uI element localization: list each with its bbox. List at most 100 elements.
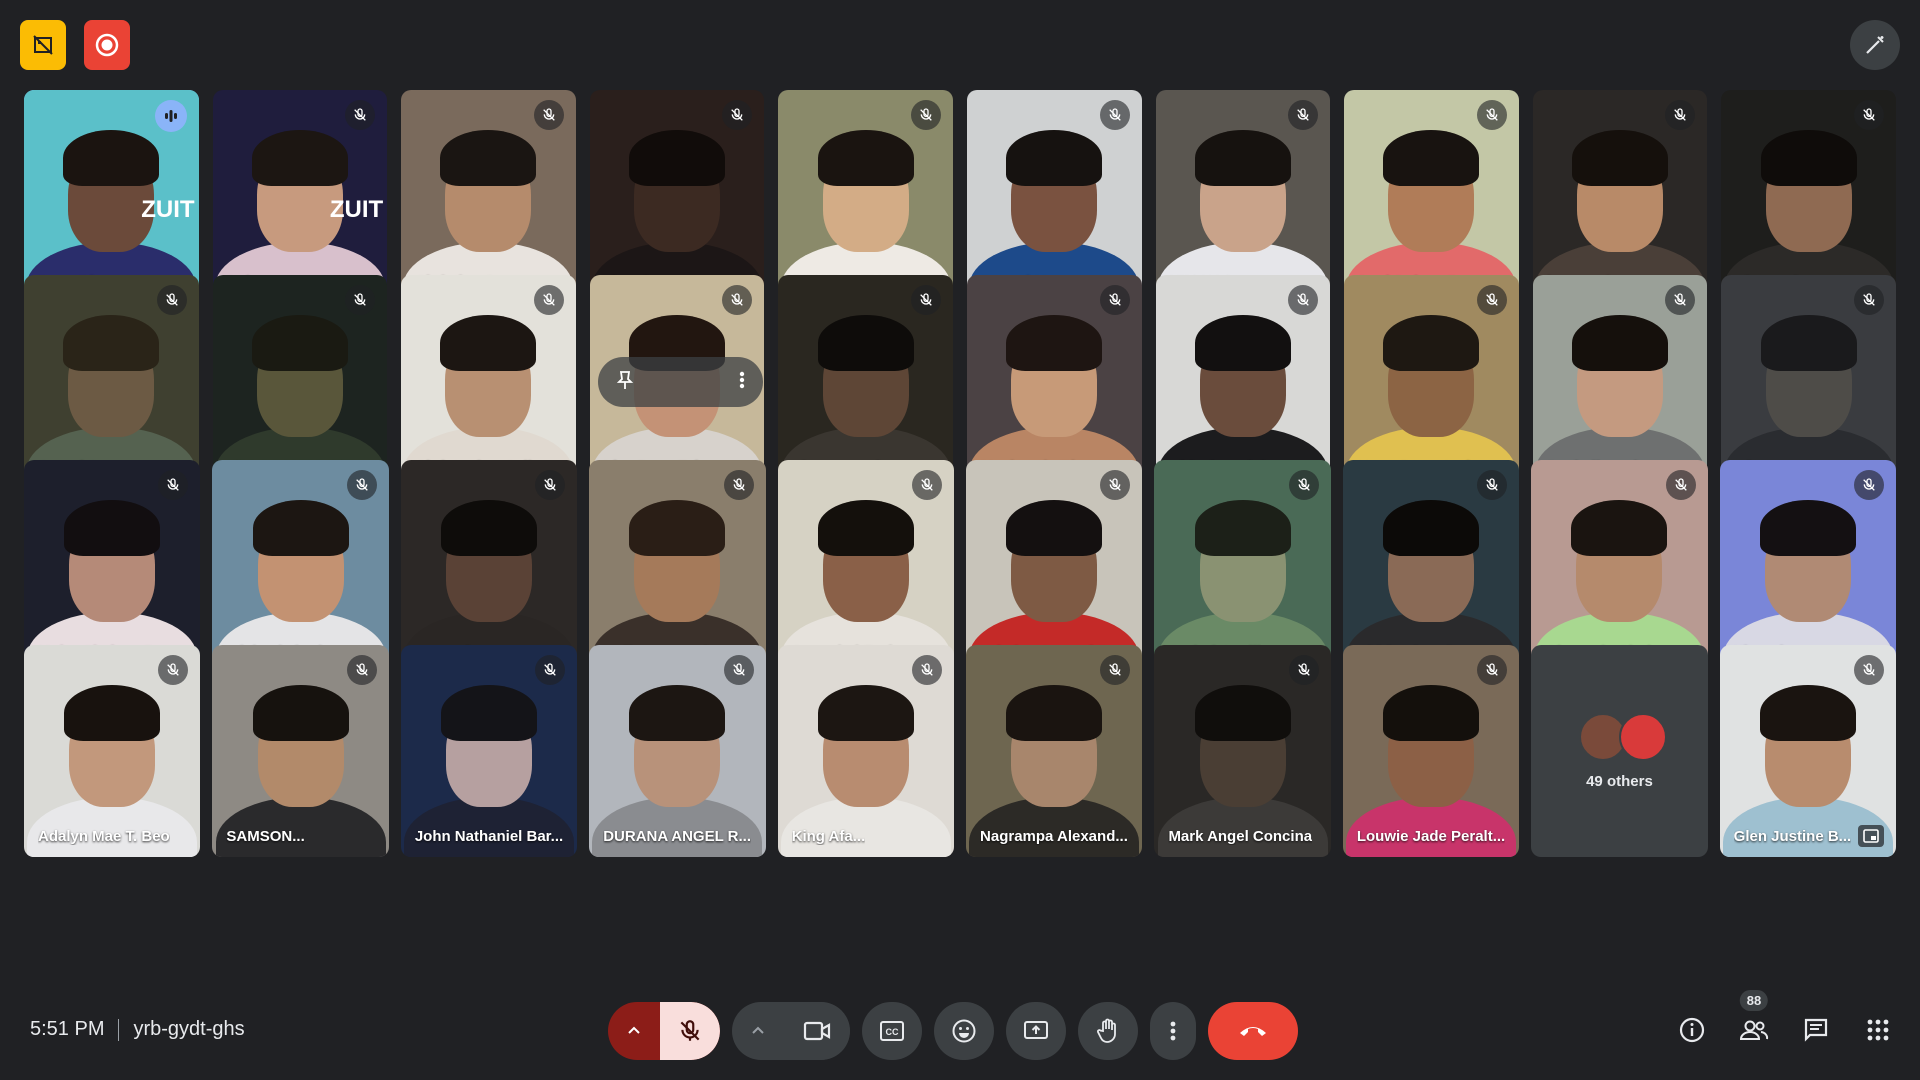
- mic-options-button[interactable]: [608, 1002, 660, 1060]
- hair: [817, 314, 914, 371]
- participant-tile[interactable]: King Afa...: [777, 645, 955, 857]
- reactions-button[interactable]: [934, 1002, 994, 1060]
- muted-mic-icon: [345, 285, 376, 315]
- present-button[interactable]: [1006, 1002, 1066, 1060]
- leave-call-button[interactable]: [1208, 1002, 1298, 1060]
- participant-tile[interactable]: Giancarlo Sinday: [1531, 460, 1708, 672]
- participant-tile[interactable]: RAMIRO, THADD...: [778, 90, 953, 302]
- participant-tile[interactable]: Christopher Call...: [401, 275, 576, 487]
- mic-toggle-button[interactable]: [660, 1002, 720, 1060]
- chevron-up-icon: [752, 1026, 764, 1034]
- participant-tile[interactable]: jane cayla mang...: [1532, 90, 1708, 302]
- hair: [64, 499, 161, 556]
- hair: [817, 499, 914, 556]
- chat-button[interactable]: [1798, 1012, 1834, 1048]
- recording-icon[interactable]: [84, 20, 130, 70]
- muted-mic-icon: [1854, 470, 1885, 500]
- participant-tile[interactable]: VILLACAMPA, FR...: [212, 275, 388, 487]
- hair: [1194, 129, 1291, 186]
- participant-tile[interactable]: Uson Roan Andre...: [1344, 275, 1519, 487]
- hand-icon: [1097, 1018, 1116, 1043]
- participant-tile[interactable]: Christian James ...: [401, 90, 576, 302]
- participant-tile[interactable]: michael abuda: [212, 460, 389, 672]
- participant-tile[interactable]: Kenneth Roxas: [400, 460, 578, 672]
- participant-tile[interactable]: Arvey jed Enriquez: [777, 460, 955, 672]
- edit-layout-button[interactable]: [1850, 20, 1900, 70]
- hair: [1383, 499, 1480, 556]
- participant-tile[interactable]: Mackenzie Riguer: [966, 275, 1142, 487]
- hair: [1572, 314, 1669, 371]
- participant-row: Adalyn Mae T. Beo SAMSON... John Nathaniel…: [24, 645, 1897, 857]
- participant-tile[interactable]: Louwie Jade Peralt...: [1342, 645, 1520, 857]
- participant-tile[interactable]: Phoemela Jane T...: [1721, 90, 1896, 302]
- participant-tile[interactable]: ZUITDana Diaz: [24, 90, 199, 302]
- meeting-time: 5:51 PM: [30, 1018, 105, 1040]
- participant-tile[interactable]: Andrei Capili: [1154, 460, 1331, 672]
- participant-tile[interactable]: Meliza Rose Alvarez: [589, 460, 766, 672]
- participant-tile[interactable]: DURANA ANGEL R...: [589, 645, 766, 857]
- participant-tile[interactable]: Adalyn Mae T. Beo: [24, 645, 201, 857]
- captions-button[interactable]: CC: [862, 1002, 922, 1060]
- participant-tile[interactable]: Glen Justine B...: [1719, 645, 1897, 857]
- participant-row: Jerard SerranoVILLACAMPA, FR...Christoph…: [24, 275, 1896, 487]
- participant-tile[interactable]: Xhannia ...: [1719, 460, 1897, 672]
- camera-options-button[interactable]: [732, 1002, 784, 1060]
- others-tile[interactable]: 49 others: [1531, 645, 1708, 857]
- participant-tile[interactable]: Mark Angel Concina: [1154, 645, 1331, 857]
- apps-grid-icon: [1867, 1019, 1889, 1041]
- participant-tile[interactable]: Rachelle Quinto: [1532, 275, 1708, 487]
- participant-tile[interactable]: Moira Chelsey Bur...: [24, 460, 201, 672]
- participant-tile[interactable]: John Nathaniel Bar...: [400, 645, 578, 857]
- hair: [251, 129, 348, 186]
- more-options-button[interactable]: [1150, 1002, 1196, 1060]
- participant-tile[interactable]: Liza Rose Tabanao: [589, 275, 765, 487]
- meeting-code: yrb-gydt-ghs: [133, 1018, 245, 1040]
- participant-tile[interactable]: Vince Ignacio: [778, 275, 953, 487]
- raise-hand-button[interactable]: [1078, 1002, 1138, 1060]
- participant-tile[interactable]: Glenn Descuatan: [1721, 275, 1896, 487]
- participant-tile[interactable]: Kristian Samuel To...: [966, 460, 1143, 672]
- hair: [817, 129, 914, 186]
- participant-tile[interactable]: KIM NAS: [1155, 90, 1331, 302]
- more-vert-icon[interactable]: [739, 370, 745, 395]
- muted-mic-icon: [156, 285, 187, 315]
- hair: [440, 314, 537, 371]
- participant-tile[interactable]: Chinzher Alaisa: [1155, 275, 1331, 487]
- video-camera-icon: [803, 1021, 831, 1041]
- muted-mic-icon: [1099, 285, 1130, 315]
- hair: [1006, 684, 1103, 741]
- participant-tile[interactable]: Paul Robert Enano: [1344, 90, 1519, 302]
- camera-toggle-button[interactable]: [784, 1002, 850, 1060]
- hair: [63, 129, 160, 186]
- activities-button[interactable]: [1860, 1012, 1896, 1048]
- hair: [1383, 684, 1480, 741]
- people-button[interactable]: 88: [1736, 990, 1772, 1048]
- participant-tile[interactable]: Jerard Serrano: [24, 275, 199, 487]
- participant-tile[interactable]: SAMSON...: [212, 645, 389, 857]
- muted-mic-icon: [346, 470, 377, 500]
- no-video-indicator-icon[interactable]: [20, 20, 66, 70]
- hair: [1760, 314, 1857, 371]
- hair: [817, 684, 914, 741]
- svg-text:CC: CC: [886, 1027, 899, 1037]
- hair: [629, 684, 726, 741]
- participant-tile[interactable]: Russel Mopon: [966, 90, 1142, 302]
- participant-tile[interactable]: Jhustine Borrom...: [589, 90, 765, 302]
- closed-captions-icon: CC: [880, 1021, 904, 1041]
- participant-tile[interactable]: Nagrampa Alexand...: [966, 645, 1143, 857]
- avatar: [1619, 713, 1668, 761]
- pin-icon[interactable]: [616, 370, 634, 395]
- others-count: 49 others: [1586, 773, 1653, 790]
- participant-tile[interactable]: ZUITDaisy: [212, 90, 388, 302]
- hair: [1194, 314, 1291, 371]
- hair: [1760, 129, 1857, 186]
- hair: [441, 499, 538, 556]
- muted-mic-icon: [1665, 470, 1696, 500]
- presenting-icon: [1858, 825, 1885, 847]
- participant-tile[interactable]: Aldrin Victoria: [1342, 460, 1520, 672]
- present-screen-icon: [1024, 1021, 1048, 1039]
- info-icon: [1679, 1017, 1705, 1043]
- muted-mic-icon: [1853, 285, 1884, 315]
- muted-mic-icon: [1288, 100, 1319, 130]
- meeting-details-button[interactable]: [1674, 1012, 1710, 1048]
